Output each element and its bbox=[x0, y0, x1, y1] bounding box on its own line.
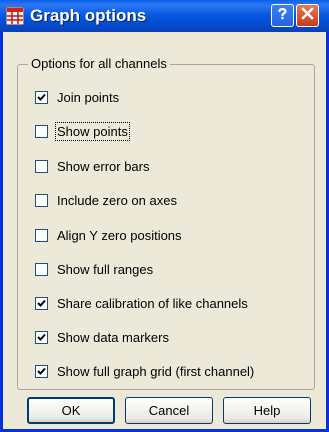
title-bar[interactable]: Graph options bbox=[0, 0, 329, 32]
window-title: Graph options bbox=[30, 6, 147, 25]
option-label: Show points bbox=[55, 121, 130, 141]
checkbox[interactable] bbox=[35, 330, 48, 344]
group-legend: Options for all channels bbox=[28, 56, 170, 71]
share-calibration-option[interactable]: Share calibration of like channels bbox=[35, 294, 248, 312]
help-button-label: Help bbox=[253, 403, 281, 418]
checkmark-icon bbox=[37, 93, 46, 101]
checkbox[interactable] bbox=[35, 262, 48, 276]
checkbox[interactable] bbox=[35, 296, 48, 310]
align-y-zero-positions-option[interactable]: Align Y zero positions bbox=[35, 226, 182, 244]
join-points-option[interactable]: Join points bbox=[35, 88, 119, 106]
checkbox[interactable] bbox=[35, 159, 48, 173]
option-label: Show error bars bbox=[57, 158, 150, 174]
help-titlebar-button[interactable] bbox=[271, 4, 294, 27]
cancel-button-label: Cancel bbox=[148, 403, 190, 418]
checkbox[interactable] bbox=[35, 90, 48, 104]
chart-grid-icon bbox=[5, 6, 25, 26]
show-points-option[interactable]: Show points bbox=[35, 121, 130, 141]
ok-button-label: OK bbox=[61, 403, 81, 418]
checkmark-icon bbox=[37, 367, 46, 375]
help-button[interactable]: Help bbox=[223, 397, 311, 424]
question-icon bbox=[275, 6, 290, 26]
option-label: Show full graph grid (first channel) bbox=[57, 363, 255, 379]
checkbox[interactable] bbox=[35, 228, 48, 242]
include-zero-on-axes-option[interactable]: Include zero on axes bbox=[35, 191, 177, 209]
option-label: Include zero on axes bbox=[57, 192, 177, 208]
show-error-bars-option[interactable]: Show error bars bbox=[35, 157, 149, 175]
option-label: Share calibration of like channels bbox=[57, 295, 248, 311]
option-label: Show full ranges bbox=[57, 261, 154, 277]
close-button[interactable] bbox=[296, 4, 319, 27]
option-label: Show data markers bbox=[57, 329, 169, 345]
cancel-button[interactable]: Cancel bbox=[125, 397, 213, 424]
show-data-markers-option[interactable]: Show data markers bbox=[35, 328, 169, 346]
checkbox[interactable] bbox=[35, 364, 48, 378]
checkbox[interactable] bbox=[35, 124, 48, 138]
option-label: Join points bbox=[57, 89, 120, 105]
close-x-icon bbox=[301, 6, 314, 25]
show-full-graph-grid-option[interactable]: Show full graph grid (first channel) bbox=[35, 362, 254, 380]
show-full-ranges-option[interactable]: Show full ranges bbox=[35, 260, 153, 278]
option-label: Align Y zero positions bbox=[57, 227, 182, 243]
checkmark-icon bbox=[37, 333, 46, 341]
checkmark-icon bbox=[37, 299, 46, 307]
ok-button[interactable]: OK bbox=[27, 397, 115, 424]
checkbox[interactable] bbox=[35, 193, 48, 207]
